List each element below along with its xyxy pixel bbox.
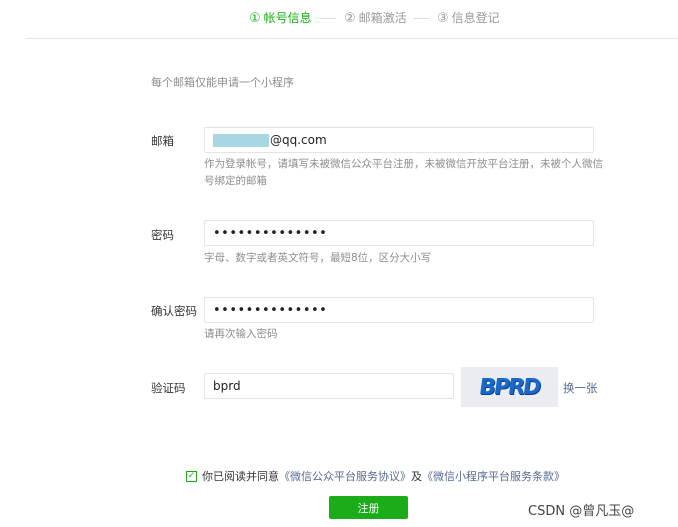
captcha-image[interactable]: BPRD [461,367,558,407]
agreement-checkbox[interactable]: ✓ [186,470,197,482]
step-indicator: ① 帐号信息 ② 邮箱激活 ③ 信息登记 [0,9,678,29]
checkmark-icon: ✓ [187,470,196,481]
captcha-label: 验证码 [151,381,186,395]
captcha-value: bprd [213,379,241,393]
confirm-password-field[interactable]: •••••••••••••• [204,297,594,323]
service-agreement-link[interactable]: 《微信公众平台服务协议》 [279,468,411,484]
email-help-text: 作为登录帐号，请填写未被微信公众平台注册，未被微信开放平台注册，未被个人微信号绑… [204,158,603,187]
redacted-email-mask [213,133,269,147]
step-number: ③ [437,11,449,26]
miniprogram-terms-link[interactable]: 《微信小程序平台服务条款》 [422,468,565,484]
email-value-suffix: @qq.com [270,133,327,147]
agreement-prefix: 你已阅读并同意 [202,470,279,483]
step-number: ① [249,11,261,26]
step-label: 帐号信息 [263,11,312,25]
confirm-password-value: •••••••••••••• [213,302,328,318]
step-label: 信息登记 [451,11,500,25]
email-field[interactable]: @qq.com [204,127,594,153]
confirm-password-help-text: 请再次输入密码 [204,328,278,340]
captcha-image-text: BPRD [477,374,542,400]
email-label: 邮箱 [151,134,174,148]
agreement-and: 及 [411,470,422,483]
step-info-registration: ③ 信息登记 [437,9,500,28]
form-top-hint: 每个邮箱仅能申请一个小程序 [151,76,294,89]
refresh-captcha-link[interactable]: 换一张 [563,380,598,396]
step-divider [320,18,336,19]
csdn-watermark: CSDN @曾凡玉@ [528,504,635,519]
confirm-password-label: 确认密码 [151,304,197,318]
step-email-activation: ② 邮箱激活 [344,9,407,28]
header-divider [26,38,678,39]
step-label: 邮箱激活 [358,11,407,25]
password-label: 密码 [151,228,174,242]
agreement-row: ✓ 你已阅读并同意 《微信公众平台服务协议》 及 《微信小程序平台服务条款》 [186,468,565,484]
captcha-input[interactable]: bprd [204,373,454,399]
step-number: ② [344,11,356,26]
password-field[interactable]: •••••••••••••• [204,220,594,246]
step-account-info: ① 帐号信息 [249,9,312,28]
password-help-text: 字母、数字或者英文符号，最短8位，区分大小写 [204,252,432,264]
password-value: •••••••••••••• [213,225,328,241]
step-divider [413,18,429,19]
register-button[interactable]: 注册 [329,496,408,519]
